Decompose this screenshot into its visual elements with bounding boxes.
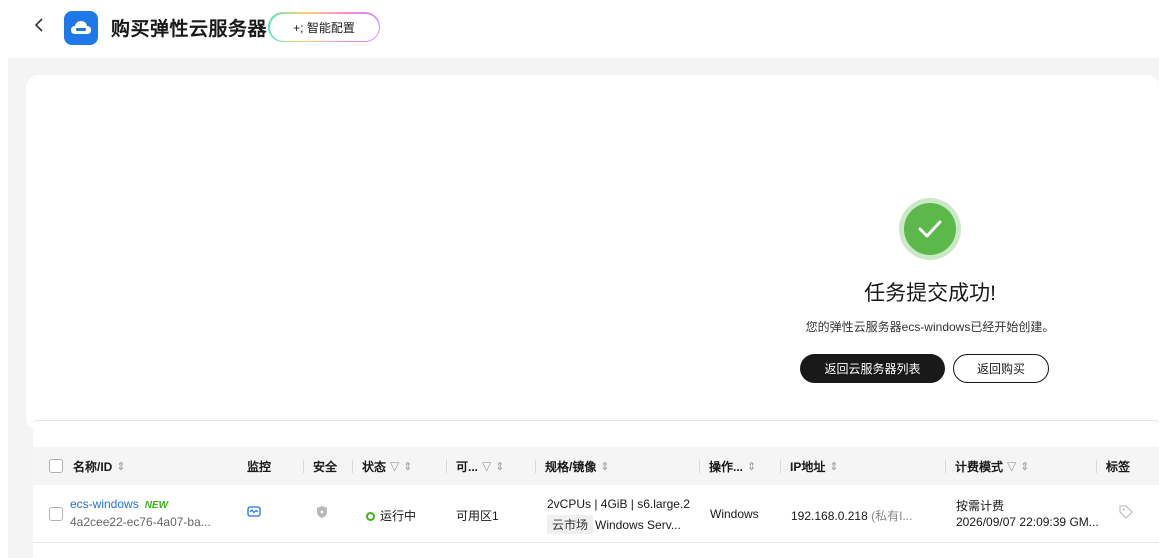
ecs-logo-icon [64,11,98,45]
success-description: 您的弹性云服务器ecs-windows已经开始创建。 [805,320,1055,334]
row-checkbox[interactable] [49,507,63,521]
filter-icon[interactable]: ▽ [1007,459,1016,473]
smart-config-button[interactable]: +; 智能配置 [268,12,380,42]
server-table: 名称/ID ⇕ 监控 安全 状态 ▽ ⇕ 可... ▽ ⇕ 规格/镜像 ⇕ 操作… [33,420,1159,558]
server-spec: 2vCPUs | 4GiB | s6.large.2 [547,497,690,511]
new-badge: NEW [144,500,169,511]
column-billing: 计费模式 ▽ ⇕ [945,447,1029,485]
column-name[interactable]: 名称/ID ⇕ [49,447,126,485]
sort-icon[interactable]: ⇕ [116,460,125,473]
server-name-link[interactable]: ecs-windows [70,497,139,511]
column-tags: 标签 [1096,447,1130,485]
billing-mode: 按需计费 [956,499,1005,513]
sort-icon[interactable]: ⇕ [829,460,838,473]
server-image: 云市场 Windows Serv... [547,515,681,534]
back-to-purchase-button[interactable]: 返回购买 [953,354,1049,383]
column-monitor: 监控 [247,459,272,474]
shield-icon[interactable] [316,505,328,522]
column-spec: 规格/镜像 ⇕ [535,447,610,485]
table-header: 名称/ID ⇕ 监控 安全 状态 ▽ ⇕ 可... ▽ ⇕ 规格/镜像 ⇕ 操作… [33,447,1159,485]
marketplace-tag: 云市场 [547,515,594,534]
server-id: 4a2cee22-ec76-4a07-ba... [70,515,211,529]
chevron-left-icon [34,18,43,32]
smart-config-label: +; 智能配置 [293,20,355,35]
status-running: 运行中 [366,507,416,524]
tag-icon[interactable] [1119,505,1133,522]
table-row[interactable]: ecs-windows NEW 4a2cee22-ec76-4a07-ba... … [33,485,1159,543]
sort-icon[interactable]: ⇕ [600,460,609,473]
page-header: 购买弹性云服务器 +; 智能配置 [0,0,1159,58]
sort-icon[interactable]: ⇕ [747,460,756,473]
column-os: 操作... ⇕ [699,447,756,485]
column-status: 状态 ▽ ⇕ [352,447,412,485]
sort-icon[interactable]: ⇕ [1020,460,1029,473]
status-dot-icon [366,512,375,521]
sort-icon[interactable]: ⇕ [495,460,504,473]
success-check-icon [899,198,961,260]
created-time: 2026/09/07 22:09:39 GM... [956,515,1099,529]
success-title: 任务提交成功! [864,282,996,305]
sort-icon[interactable]: ⇕ [403,460,412,473]
column-ip: IP地址 ⇕ [780,447,839,485]
availability-zone: 可用区1 [456,509,499,523]
column-az: 可... ▽ ⇕ [446,447,504,485]
column-security: 安全 [303,447,337,485]
page-title: 购买弹性云服务器 [111,19,268,40]
back-to-server-list-button[interactable]: 返回云服务器列表 [800,354,945,383]
ip-address: 192.168.0.218 (私有I... [791,509,913,523]
back-button[interactable] [28,12,50,38]
os-type: Windows [710,507,759,521]
filter-icon[interactable]: ▽ [390,459,399,473]
monitor-icon[interactable] [247,505,261,522]
filter-icon[interactable]: ▽ [482,459,491,473]
select-all-checkbox[interactable] [49,459,63,473]
